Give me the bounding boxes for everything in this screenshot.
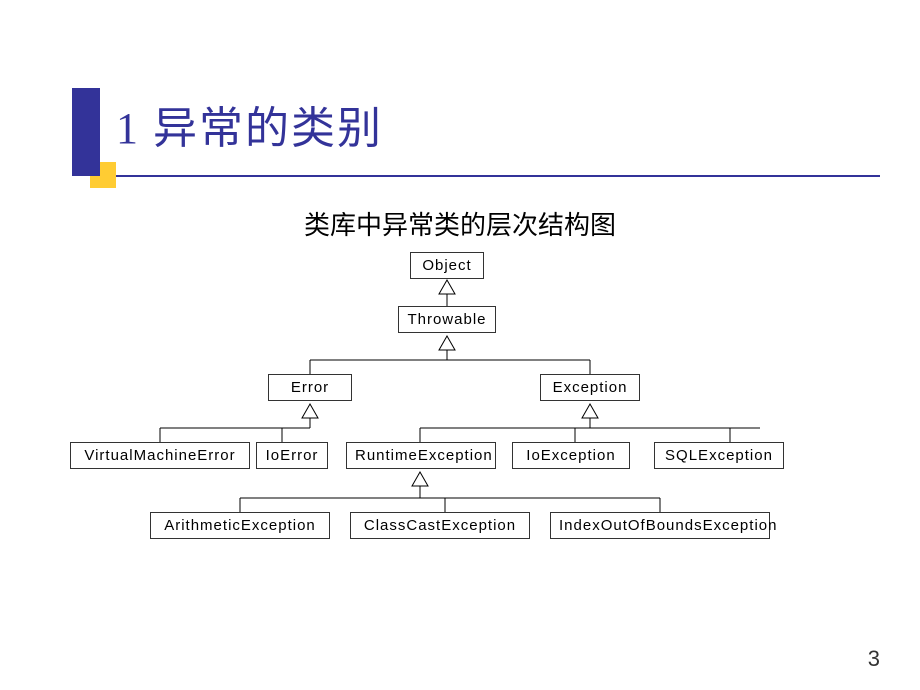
node-object: Object (410, 252, 484, 279)
node-virtualmachineerror: VirtualMachineError (70, 442, 250, 469)
node-error: Error (268, 374, 352, 401)
diagram-connectors (50, 246, 870, 626)
node-ioerror: IoError (256, 442, 328, 469)
node-indexoutofboundsexception: IndexOutOfBoundsException (550, 512, 770, 539)
node-exception: Exception (540, 374, 640, 401)
page-title: 1 异常的类别 (116, 92, 383, 156)
title-accent-bar (72, 88, 100, 176)
page-number: 3 (868, 646, 880, 672)
class-hierarchy-diagram: Object Throwable Error Exception Virtual… (50, 246, 870, 626)
title-underline (100, 175, 880, 177)
node-classcastexception: ClassCastException (350, 512, 530, 539)
node-ioexception: IoException (512, 442, 630, 469)
subtitle: 类库中异常类的层次结构图 (0, 205, 920, 242)
node-sqlexception: SQLException (654, 442, 784, 469)
node-arithmeticexception: ArithmeticException (150, 512, 330, 539)
node-throwable: Throwable (398, 306, 496, 333)
node-runtimeexception: RuntimeException (346, 442, 496, 469)
